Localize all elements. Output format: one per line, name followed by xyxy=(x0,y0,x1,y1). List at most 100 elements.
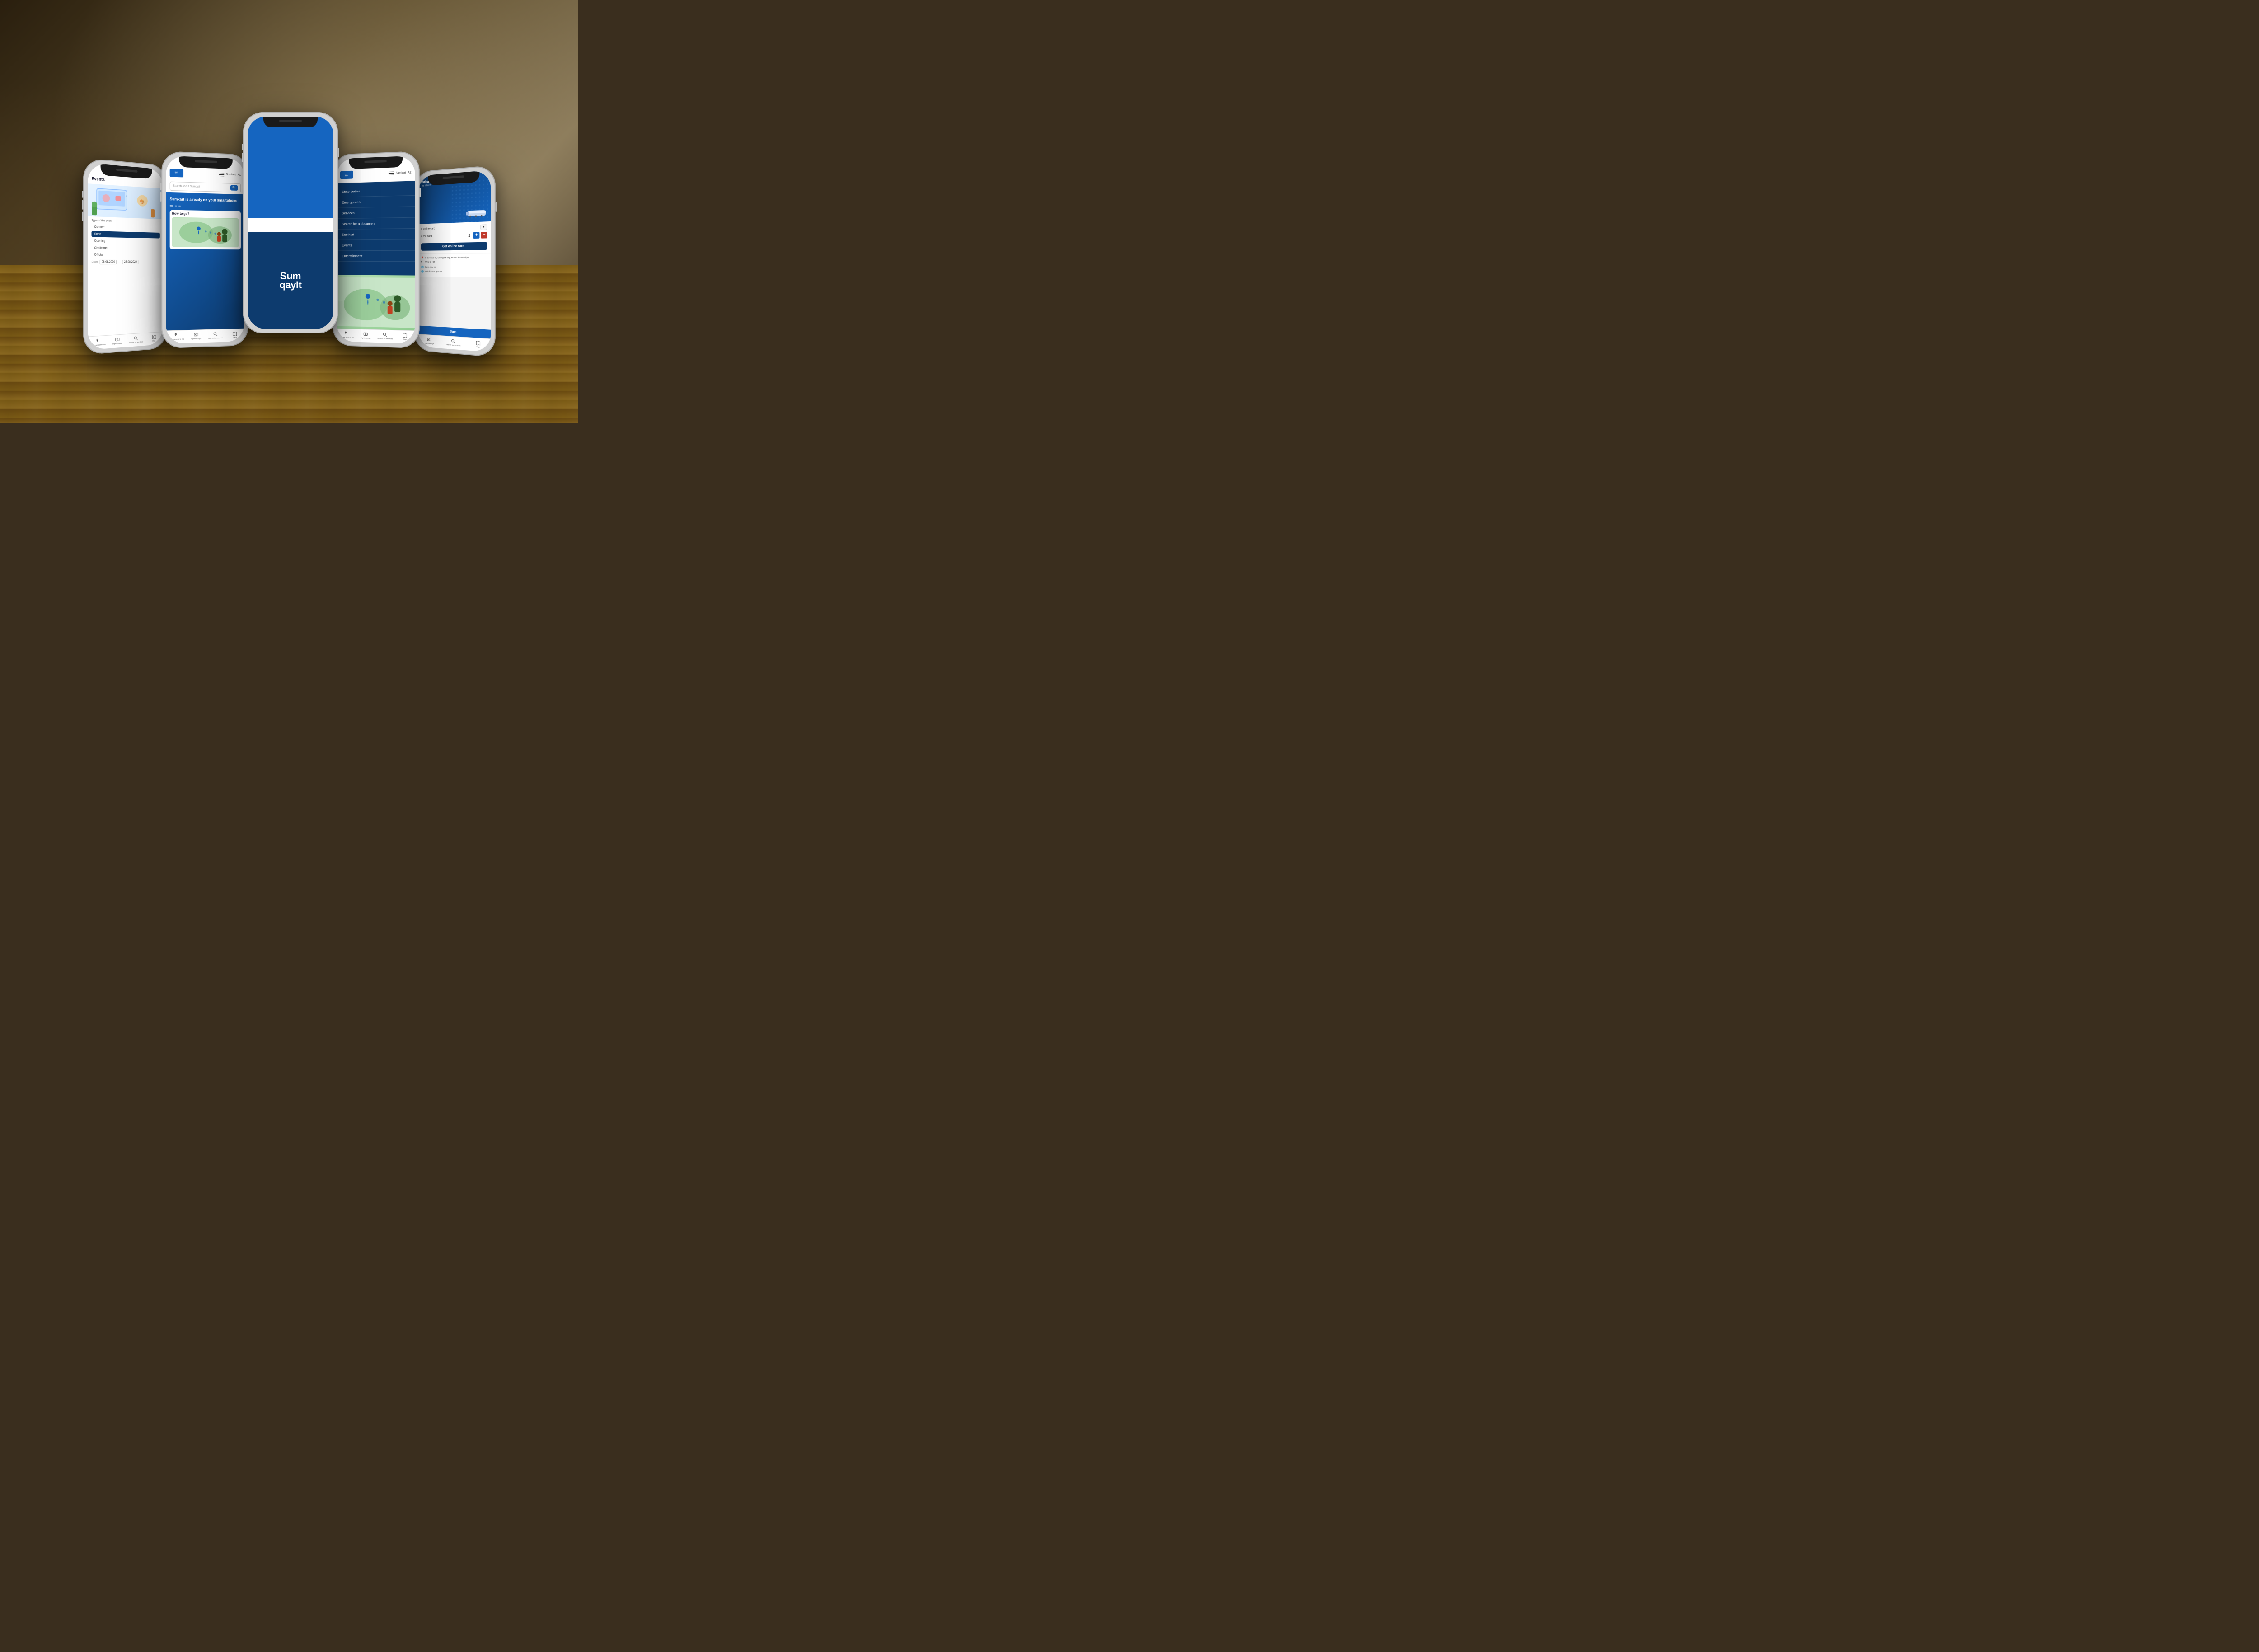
nav-sightseeings-2[interactable]: Sightseeings xyxy=(186,332,206,340)
get-online-card-button[interactable]: Get online card xyxy=(421,242,487,251)
nav-sightseeings[interactable]: Sightseeings xyxy=(108,336,127,346)
menu-sumkart-lbl: Sumkart xyxy=(395,172,406,175)
phone-menu: sumkart Sumkart AZ State bodies Em xyxy=(332,151,419,348)
nav-label-m-2: Maps xyxy=(233,337,237,339)
mh-line-3 xyxy=(388,174,394,175)
card-screen-content: mkart to future e online xyxy=(417,170,491,352)
card-web2: cktofuture.gov.az xyxy=(425,270,442,273)
card-type-row: e online card ▼ xyxy=(421,224,487,232)
phone-splash: Sum qayIt xyxy=(243,112,338,333)
nav-ss-4[interactable]: Search for services xyxy=(375,332,395,340)
web-icon-2: 🌐 xyxy=(421,270,423,273)
nav-lbl-sg-4: Sightseeings xyxy=(360,337,370,339)
svg-text:♪: ♪ xyxy=(124,193,127,198)
phone-screen-events: Events ♪ xyxy=(88,163,163,350)
nav-maps-2[interactable]: Maps xyxy=(225,331,244,339)
events-filter-section: Type of the event Concert Sport Opening … xyxy=(88,216,163,337)
speaker-3 xyxy=(279,120,302,122)
phone-screen-card: mkart to future e online xyxy=(417,170,491,352)
hero-text: Sumkart is already on your smartphone xyxy=(169,197,240,203)
phone-screen-search: sumkart Sumkart AZ Search about Sumgait xyxy=(166,156,244,344)
svg-text:🎨: 🎨 xyxy=(140,199,145,204)
nav-m-5[interactable]: Maps xyxy=(465,339,491,349)
speaker-5 xyxy=(442,175,464,179)
nav-maps[interactable]: Ma... xyxy=(145,334,163,343)
nav-label-search: Search for services xyxy=(129,341,143,344)
splash-screen-content: Sum qayIt xyxy=(248,117,333,329)
phone-screen-splash: Sum qayIt xyxy=(248,117,333,329)
speaker xyxy=(116,169,137,173)
search-button[interactable]: 🔍 xyxy=(230,185,238,191)
nav-lbl-m-4: Maps xyxy=(403,338,407,341)
menu-lang-lbl: AZ xyxy=(408,171,411,174)
vol-down-3 xyxy=(242,153,243,162)
events-illustration: ♪ 🎨 xyxy=(88,183,163,219)
menu-events[interactable]: Events xyxy=(337,239,415,251)
date-from[interactable]: 08.08.2020 xyxy=(99,260,116,264)
nav-lbl-ss-4: Search for services xyxy=(377,338,393,340)
splash-white-divider xyxy=(248,218,333,232)
filter-sport[interactable]: Sport xyxy=(91,231,159,239)
filter-opening[interactable]: Opening xyxy=(91,238,159,245)
nav-services-near-2[interactable]: Services near to me xyxy=(166,332,186,341)
nav-sg-5[interactable]: Sightseeings xyxy=(417,336,441,346)
nav-search-services[interactable]: Search for services xyxy=(127,335,145,344)
card-type-dropdown[interactable]: ▼ xyxy=(480,224,487,230)
menu-services[interactable]: Services xyxy=(337,206,415,219)
nav-sn-4[interactable]: Services near to me xyxy=(337,331,356,339)
card-type-label: e online card xyxy=(421,226,480,230)
address-icon: 📍 xyxy=(421,256,423,260)
dates-label: Dates xyxy=(91,261,98,263)
menu-entertainment[interactable]: Entertainment xyxy=(337,251,415,262)
card-qty-row: d the card 2 + − xyxy=(421,232,487,240)
map-illustration xyxy=(172,217,239,248)
filter-concert[interactable]: Concert xyxy=(91,224,159,232)
power-button-4 xyxy=(419,188,421,197)
phone-screen-menu: sumkart Sumkart AZ State bodies Em xyxy=(337,156,415,344)
nav-sg-4[interactable]: Sightseeings xyxy=(356,331,375,340)
nav-label-ss-2: Search for services xyxy=(208,337,223,340)
date-to[interactable]: 28.08.2020 xyxy=(122,260,138,264)
filter-official[interactable]: Official xyxy=(91,252,159,258)
nav-label-sightseeings: Sightseeings xyxy=(112,343,122,345)
menu-map xyxy=(337,275,415,331)
nav-label-services-near: Services near to me xyxy=(89,344,106,347)
qty-increase-btn[interactable]: + xyxy=(473,232,479,239)
qty-decrease-btn[interactable]: − xyxy=(481,232,487,239)
nav-services-near[interactable]: Services near to me xyxy=(88,338,108,347)
web-icon-1: 🌐 xyxy=(421,265,423,269)
hero-section: Sumkart is already on your smartphone Ho… xyxy=(166,192,244,331)
vol-down-2 xyxy=(160,192,161,201)
card-phone-row: 📞 555 91 31 xyxy=(421,261,487,265)
vol-up-3 xyxy=(242,144,243,150)
notch-2 xyxy=(178,156,232,169)
menu-hamburger[interactable] xyxy=(388,171,394,175)
logo-text: sumkart xyxy=(174,171,178,175)
nav-ss-5[interactable]: Search for services xyxy=(441,338,465,347)
phone-icon: 📞 xyxy=(421,261,423,264)
phone4-bottom-nav: Services near to me Sightseeings xyxy=(337,329,415,344)
hamburger-line-1 xyxy=(219,173,224,174)
filter-type-label: Type of the event xyxy=(91,219,159,224)
menu-sumkart[interactable]: Sumkart xyxy=(337,229,415,240)
search-placeholder: Search about Sumgait xyxy=(173,185,230,189)
card-qty-label: d the card xyxy=(421,234,466,238)
hamburger-line-2 xyxy=(219,174,224,175)
volume-up-button xyxy=(82,191,83,198)
hamburger-menu[interactable] xyxy=(219,173,224,177)
menu-search-document[interactable]: Search for a document xyxy=(337,218,415,230)
menu-emergences[interactable]: Emergences xyxy=(337,196,415,208)
search-bar[interactable]: Search about Sumgait 🔍 xyxy=(169,182,240,192)
how-to-go-card: How to go? xyxy=(169,210,240,250)
notch-3 xyxy=(263,117,318,127)
nav-lbl-ss-5: Search for services xyxy=(445,344,460,347)
splash-bottom-dark: Sum qayIt xyxy=(248,232,333,329)
volume-down-button xyxy=(82,200,83,210)
filter-challenge[interactable]: Challenge xyxy=(91,245,159,252)
nav-search-2[interactable]: Search for services xyxy=(206,331,225,340)
nav-lbl-sg-5: Sightseeings xyxy=(424,343,434,345)
nav-m-4[interactable]: Maps xyxy=(395,332,415,341)
card-quantity-control: 2 + − xyxy=(466,232,487,239)
nav-label-sg-2: Sightseeings xyxy=(191,338,201,341)
phone2-bottom-nav: Services near to me Sightseeings xyxy=(166,329,244,344)
